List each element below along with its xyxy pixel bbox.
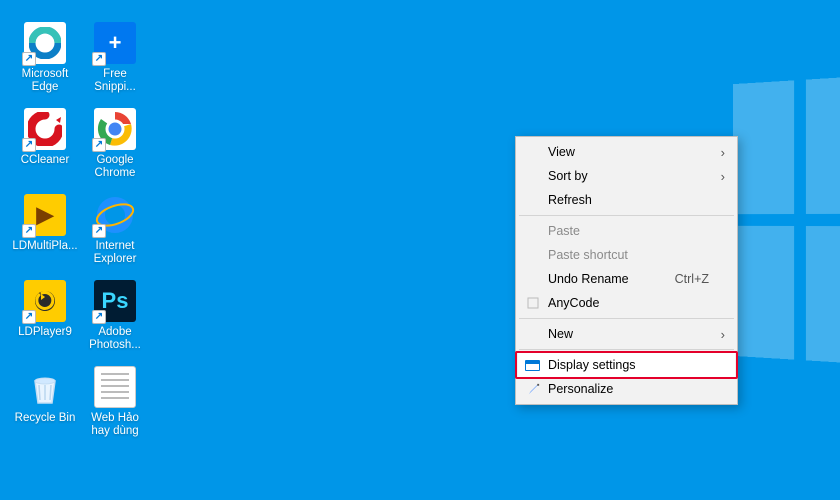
- menu-item-label: Paste: [548, 224, 580, 238]
- shortcut-arrow-icon: ↗: [92, 138, 106, 152]
- edge-icon: ↗: [24, 22, 66, 64]
- menu-item-paste-shortcut: Paste shortcut: [518, 243, 735, 267]
- desktop-icon-label: Web Hảo hay dùng: [82, 412, 148, 438]
- shortcut-arrow-icon: ↗: [92, 310, 106, 324]
- anycode-icon: [525, 295, 541, 311]
- menu-item-label: Paste shortcut: [548, 248, 628, 262]
- menu-separator: [519, 318, 734, 319]
- menu-item-label: New: [548, 327, 573, 341]
- desktop-icon-doc[interactable]: Web Hảo hay dùng: [80, 366, 150, 452]
- menu-item-refresh[interactable]: Refresh: [518, 188, 735, 212]
- cc-icon: ↗: [24, 108, 66, 150]
- desktop-icon-cc[interactable]: ↗ CCleaner: [10, 108, 80, 194]
- shortcut-arrow-icon: ↗: [92, 52, 106, 66]
- shortcut-arrow-icon: ↗: [22, 138, 36, 152]
- menu-item-new[interactable]: New ›: [518, 322, 735, 346]
- menu-item-paste: Paste: [518, 219, 735, 243]
- chevron-right-icon: ›: [721, 327, 725, 342]
- shortcut-arrow-icon: ↗: [22, 52, 36, 66]
- monitor-icon: [525, 360, 540, 371]
- doc-icon: [94, 366, 136, 408]
- chevron-right-icon: ›: [721, 145, 725, 160]
- menu-item-display-settings[interactable]: Display settings: [518, 353, 735, 377]
- menu-item-label: Display settings: [548, 358, 636, 372]
- desktop-icon-ie[interactable]: ↗ Internet Explorer: [80, 194, 150, 280]
- desktop-icon-ps[interactable]: Ps↗ Adobe Photosh...: [80, 280, 150, 366]
- wallpaper-windows-logo: [733, 76, 840, 365]
- desktop-icon-edge[interactable]: ↗ Microsoft Edge: [10, 22, 80, 108]
- menu-item-sort-by[interactable]: Sort by ›: [518, 164, 735, 188]
- menu-item-shortcut: Ctrl+Z: [675, 272, 709, 286]
- desktop-icons-grid: ↗ Microsoft Edge +↗ Free Snippi... ↗ CCleaner…: [10, 22, 150, 452]
- desktop-icon-label: Internet Explorer: [82, 240, 148, 266]
- menu-item-label: Personalize: [548, 382, 613, 396]
- ld-icon: ▶↗: [24, 194, 66, 236]
- chevron-right-icon: ›: [721, 169, 725, 184]
- desktop-icon-label: Google Chrome: [82, 154, 148, 180]
- desktop-icon-bin[interactable]: Recycle Bin: [10, 366, 80, 452]
- menu-item-undo-rename[interactable]: Undo Rename Ctrl+Z: [518, 267, 735, 291]
- desktop-icon-label: LDPlayer9: [18, 326, 72, 339]
- menu-item-personalize[interactable]: Personalize: [518, 377, 735, 401]
- ldp-icon: ↗: [24, 280, 66, 322]
- menu-item-label: Undo Rename: [548, 272, 629, 286]
- menu-item-label: AnyCode: [548, 296, 599, 310]
- desktop-context-menu: View › Sort by › Refresh Paste Paste shortcut U…: [515, 136, 738, 405]
- menu-item-label: Sort by: [548, 169, 588, 183]
- ps-icon: Ps↗: [94, 280, 136, 322]
- chrome-icon: ↗: [94, 108, 136, 150]
- desktop-icon-ld[interactable]: ▶↗ LDMultiPla...: [10, 194, 80, 280]
- ie-icon: ↗: [94, 194, 136, 236]
- desktop-icon-label: Recycle Bin: [15, 412, 76, 425]
- desktop-icon-label: LDMultiPla...: [12, 240, 77, 253]
- desktop-icon-label: Microsoft Edge: [12, 68, 78, 94]
- bin-icon: [24, 366, 66, 408]
- menu-item-label: Refresh: [548, 193, 592, 207]
- personalize-icon: [525, 381, 541, 397]
- menu-separator: [519, 349, 734, 350]
- desktop-icon-label: Free Snippi...: [82, 68, 148, 94]
- menu-item-view[interactable]: View ›: [518, 140, 735, 164]
- menu-separator: [519, 215, 734, 216]
- desktop-icon-ldp[interactable]: ↗ LDPlayer9: [10, 280, 80, 366]
- snip-icon: +↗: [94, 22, 136, 64]
- desktop-icon-label: Adobe Photosh...: [82, 326, 148, 352]
- menu-item-label: View: [548, 145, 575, 159]
- menu-item-anycode[interactable]: AnyCode: [518, 291, 735, 315]
- desktop-icon-label: CCleaner: [21, 154, 70, 167]
- desktop-icon-snip[interactable]: +↗ Free Snippi...: [80, 22, 150, 108]
- desktop-icon-chrome[interactable]: ↗ Google Chrome: [80, 108, 150, 194]
- shortcut-arrow-icon: ↗: [92, 224, 106, 238]
- shortcut-arrow-icon: ↗: [22, 310, 36, 324]
- shortcut-arrow-icon: ↗: [22, 224, 36, 238]
